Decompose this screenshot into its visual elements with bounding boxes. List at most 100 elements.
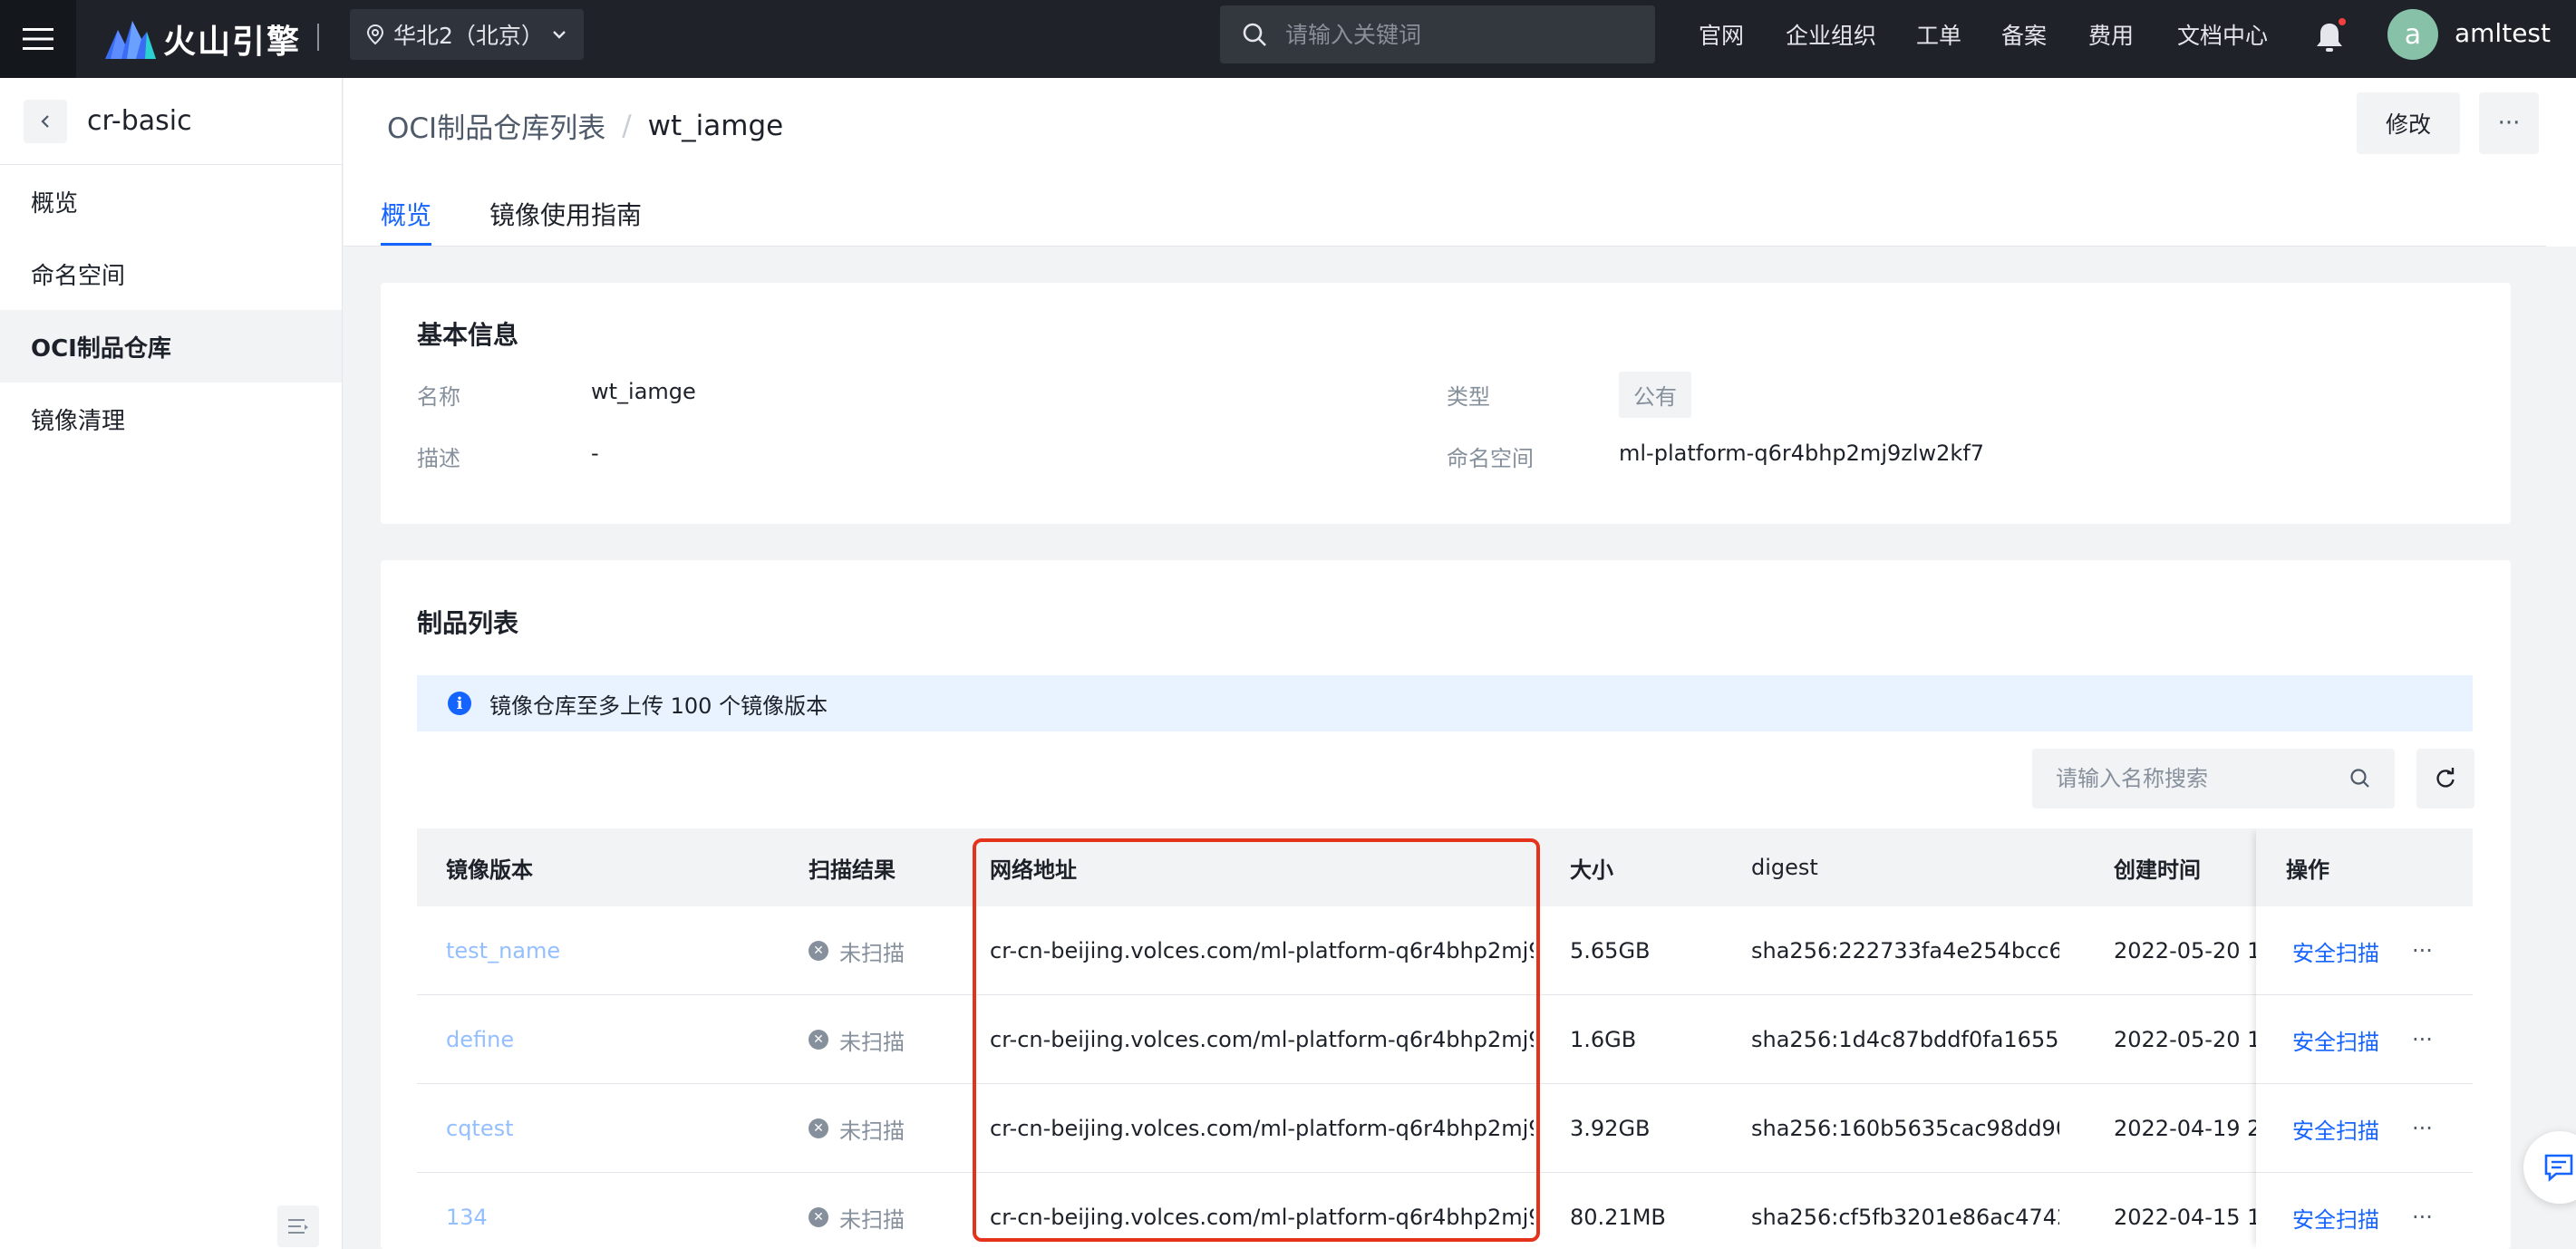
version-link[interactable]: define xyxy=(446,995,514,1084)
column-header-version: 镜像版本 xyxy=(446,857,533,883)
row-more-button[interactable]: ··· xyxy=(2412,1173,2433,1249)
feedback-float-button[interactable] xyxy=(2523,1131,2576,1204)
divider xyxy=(344,246,2546,247)
version-link[interactable]: test_name xyxy=(446,906,560,995)
breadcrumb-parent[interactable]: OCI制品仓库列表 xyxy=(387,105,605,146)
page-title: wt_iamge xyxy=(647,109,784,142)
name-search-box xyxy=(2032,749,2395,808)
not-scanned-icon: ✕ xyxy=(809,1207,828,1227)
chevron-left-icon xyxy=(41,114,49,128)
name-value: wt_iamge xyxy=(591,379,696,404)
actions-cell: 安全扫描 ··· xyxy=(2256,1173,2473,1249)
location-pin-icon xyxy=(366,24,384,45)
notification-bell-icon[interactable] xyxy=(2313,18,2346,54)
back-button[interactable] xyxy=(24,99,67,143)
sidebar-header: cr-basic xyxy=(0,78,342,165)
size-value: 5.65GB xyxy=(1570,938,1651,963)
nav-official-site[interactable]: 官网 xyxy=(1699,0,1744,69)
security-scan-link[interactable]: 安全扫描 xyxy=(2292,906,2379,995)
more-actions-button[interactable]: ··· xyxy=(2479,92,2539,154)
scan-status: ✕ 未扫描 xyxy=(809,995,905,1084)
description-label: 描述 xyxy=(417,446,460,471)
scan-status: ✕ 未扫描 xyxy=(809,1084,905,1173)
scan-status: ✕ 未扫描 xyxy=(809,906,905,995)
name-label: 名称 xyxy=(417,384,460,410)
table-header: 镜像版本 扫描结果 网络地址 大小 digest 创建时间 操作 xyxy=(417,828,2473,906)
nav-filing[interactable]: 备案 xyxy=(2001,0,2047,69)
sidebar: cr-basic 概览 命名空间 OCI制品仓库 镜像清理 xyxy=(0,78,343,1249)
sidebar-item-image-cleanup[interactable]: 镜像清理 xyxy=(0,382,342,455)
type-label: 类型 xyxy=(1447,384,1490,410)
security-scan-link[interactable]: 安全扫描 xyxy=(2292,995,2379,1084)
namespace-label: 命名空间 xyxy=(1447,446,1534,471)
column-header-created-time: 创建时间 xyxy=(2114,857,2201,883)
nav-billing[interactable]: 费用 xyxy=(2088,0,2134,69)
info-alert: i 镜像仓库至多上传 100 个镜像版本 xyxy=(417,675,2473,731)
sidebar-item-oci-repository[interactable]: OCI制品仓库 xyxy=(0,310,342,382)
sidebar-item-overview[interactable]: 概览 xyxy=(0,165,342,237)
created-time: 2022-05-20 10 xyxy=(2114,1027,2256,1052)
row-more-button[interactable]: ··· xyxy=(2412,1084,2433,1173)
description-value: - xyxy=(591,441,599,466)
chat-icon xyxy=(2544,1154,2573,1182)
scan-status-text: 未扫描 xyxy=(839,1206,905,1233)
info-alert-text: 镜像仓库至多上传 100 个镜像版本 xyxy=(489,692,828,719)
size-value: 80.21MB xyxy=(1570,1205,1666,1230)
refresh-icon xyxy=(2436,768,2455,788)
scan-status-text: 未扫描 xyxy=(839,1029,905,1055)
region-selector[interactable]: 华北2（北京） xyxy=(350,9,584,60)
brand-logo[interactable]: 火山引擎 xyxy=(105,13,301,65)
refresh-button[interactable] xyxy=(2416,749,2474,808)
basic-info-card: 基本信息 名称 wt_iamge 描述 - 类型 公有 命名空间 ml-plat… xyxy=(381,283,2511,524)
table-row: test_name ✕ 未扫描 cr-cn-beijing.volces.com/… xyxy=(417,906,2473,995)
network-address: cr-cn-beijing.volces.com/ml-platform-q6r… xyxy=(990,938,1534,963)
tab-image-guide[interactable]: 镜像使用指南 xyxy=(489,196,642,247)
chevron-down-icon xyxy=(553,31,566,39)
collapse-sidebar-button[interactable] xyxy=(277,1205,319,1247)
nav-docs-center[interactable]: 文档中心 xyxy=(2177,0,2268,69)
top-navigation-bar: 火山引擎 华北2（北京） 官网 企业组织 工单 备案 费用 文档中心 a aml… xyxy=(0,0,2576,78)
scan-status-text: 未扫描 xyxy=(839,940,905,966)
size-value: 3.92GB xyxy=(1570,1116,1651,1141)
tab-overview[interactable]: 概览 xyxy=(381,196,432,247)
brand-name: 火山引擎 xyxy=(163,24,302,61)
security-scan-link[interactable]: 安全扫描 xyxy=(2292,1084,2379,1173)
created-time: 2022-05-20 10 xyxy=(2114,938,2256,963)
notification-dot xyxy=(2339,18,2346,25)
username[interactable]: amltest xyxy=(2455,18,2551,48)
created-time: 2022-04-15 16 xyxy=(2114,1205,2256,1230)
actions-cell: 安全扫描 ··· xyxy=(2256,995,2473,1084)
nav-enterprise-org[interactable]: 企业组织 xyxy=(1786,0,1876,69)
global-search-input[interactable] xyxy=(1285,21,1630,48)
basic-info-title: 基本信息 xyxy=(417,320,519,350)
page-header: OCI制品仓库列表 / wt_iamge 修改 ··· 概览 镜像使用指南 xyxy=(344,78,2576,247)
column-header-scan-result: 扫描结果 xyxy=(809,857,896,883)
volcano-logo-icon xyxy=(105,21,156,59)
table-row: cqtest ✕ 未扫描 cr-cn-beijing.volces.com/ml-… xyxy=(417,1084,2473,1173)
edit-button[interactable]: 修改 xyxy=(2357,92,2460,154)
type-tag: 公有 xyxy=(1619,372,1691,418)
version-link[interactable]: 134 xyxy=(446,1173,488,1249)
table-row: 134 ✕ 未扫描 cr-cn-beijing.volces.com/ml-pla… xyxy=(417,1173,2473,1249)
version-link[interactable]: cqtest xyxy=(446,1084,514,1173)
tab-bar: 概览 镜像使用指南 xyxy=(381,196,700,247)
namespace-value: ml-platform-q6r4bhp2mj9zlw2kf7 xyxy=(1619,441,1985,466)
digest-value: sha256:cf5fb3201e86ac4742... xyxy=(1751,1205,2059,1230)
product-list-title: 制品列表 xyxy=(417,608,519,638)
not-scanned-icon: ✕ xyxy=(809,1030,828,1050)
row-more-button[interactable]: ··· xyxy=(2412,906,2433,995)
menu-icon[interactable] xyxy=(0,0,76,78)
sidebar-item-namespace[interactable]: 命名空间 xyxy=(0,237,342,310)
security-scan-link[interactable]: 安全扫描 xyxy=(2292,1173,2379,1249)
column-header-actions-fixed: 操作 xyxy=(2286,857,2329,883)
avatar[interactable]: a xyxy=(2387,9,2438,60)
row-more-button[interactable]: ··· xyxy=(2412,995,2433,1084)
search-icon[interactable] xyxy=(2349,768,2371,789)
network-address: cr-cn-beijing.volces.com/ml-platform-q6r… xyxy=(990,1116,1534,1141)
nav-tickets[interactable]: 工单 xyxy=(1916,0,1961,69)
created-time: 2022-04-19 21 xyxy=(2114,1116,2256,1141)
name-search-input[interactable] xyxy=(2056,766,2349,791)
scan-status: ✕ 未扫描 xyxy=(809,1173,905,1249)
region-label: 华北2（北京） xyxy=(393,23,544,49)
network-address: cr-cn-beijing.volces.com/ml-platform-q6r… xyxy=(990,1027,1534,1052)
